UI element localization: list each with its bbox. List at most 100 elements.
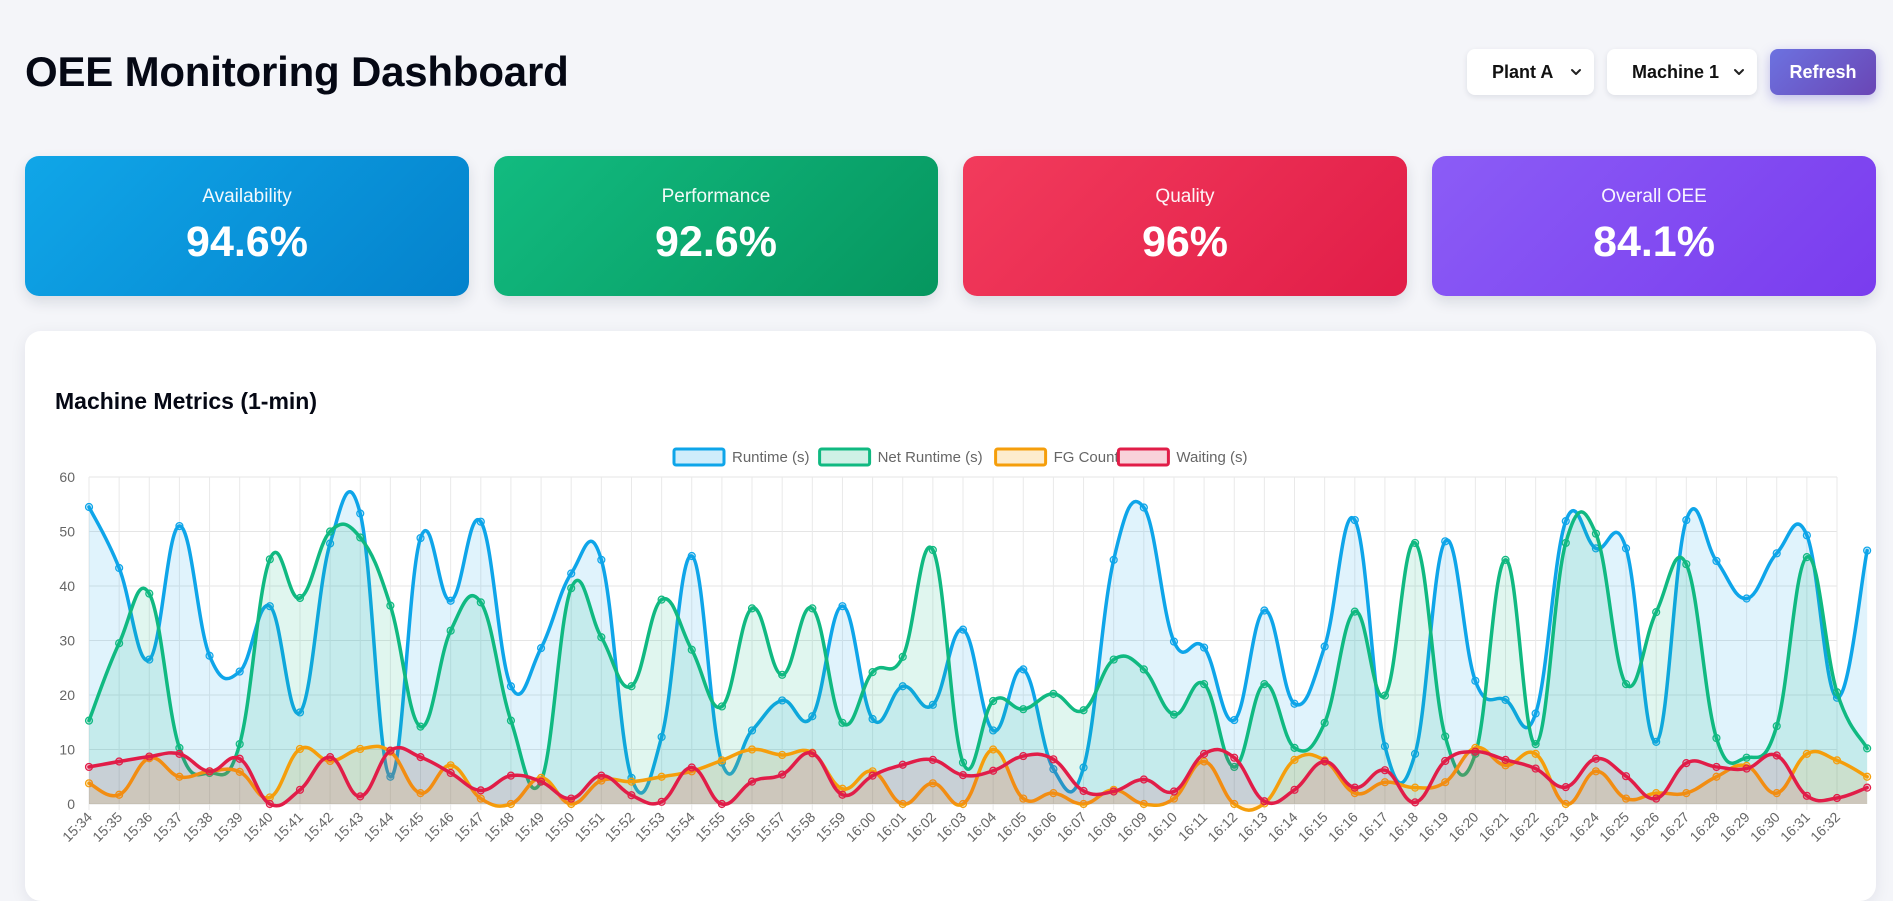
data-point [1832, 756, 1842, 765]
kpi-row: Availability 94.6% Performance 92.6% Qua… [25, 156, 1876, 296]
x-tick-label: 15:55 [692, 809, 728, 845]
machine-metrics-card: Machine Metrics (1-min) 0 10 20 30 40 50 60 15:… [25, 331, 1876, 901]
data-point [778, 750, 787, 760]
machine-metrics-chart: 010203040506015:3415:3515:3615:3715:3815… [59, 447, 1872, 845]
x-tick-label: 15:38 [180, 809, 216, 845]
data-point [1350, 515, 1359, 525]
data-point [1682, 759, 1691, 768]
data-point [1531, 764, 1540, 773]
data-point [326, 753, 335, 762]
data-point [1863, 772, 1872, 781]
data-point [1019, 665, 1028, 674]
data-point [1290, 785, 1299, 794]
data-point [1290, 743, 1299, 752]
data-point [1863, 783, 1872, 792]
kpi-value: 94.6% [186, 217, 308, 266]
data-point [747, 604, 757, 613]
data-point [778, 670, 787, 679]
data-point [1531, 739, 1540, 749]
x-tick-label: 15:42 [300, 809, 336, 845]
data-point [1410, 538, 1420, 548]
kpi-value: 92.6% [655, 217, 777, 266]
data-point [838, 790, 847, 799]
data-point [1320, 718, 1329, 727]
data-point [1652, 794, 1661, 803]
data-point [295, 785, 305, 794]
data-point [1049, 689, 1058, 699]
data-point [1772, 549, 1781, 558]
data-point [145, 589, 154, 598]
data-point [1441, 732, 1450, 741]
x-tick-label: 16:04 [963, 809, 999, 845]
data-point [1410, 798, 1420, 807]
y-tick-label: 40 [59, 578, 75, 594]
data-point [747, 745, 757, 754]
data-point [506, 716, 516, 725]
x-tick-label: 16:22 [1506, 809, 1542, 845]
data-point [1139, 775, 1148, 784]
legend-item[interactable]: Runtime (s) [672, 447, 810, 467]
data-point [295, 744, 305, 754]
data-point [1561, 517, 1570, 526]
x-tick-label: 16:01 [873, 809, 909, 845]
data-point [567, 569, 576, 578]
x-tick-label: 16:23 [1536, 809, 1572, 845]
kpi-label: Quality [1155, 185, 1215, 207]
kpi-label: Performance [661, 185, 771, 207]
legend-item[interactable]: FG Count [994, 447, 1120, 467]
y-tick-label: 20 [59, 687, 75, 703]
data-point [657, 797, 666, 806]
data-point [1260, 797, 1269, 806]
x-tick-label: 16:28 [1686, 809, 1722, 845]
x-tick-label: 16:17 [1355, 809, 1391, 845]
data-point [989, 696, 998, 706]
machine-select[interactable]: Machine 1 [1607, 49, 1757, 95]
data-point [1169, 710, 1179, 719]
kpi-value: 96% [1141, 217, 1229, 266]
data-point [1019, 751, 1028, 761]
data-point [1410, 783, 1420, 792]
data-point [356, 533, 365, 542]
data-point [1019, 705, 1028, 714]
data-point [356, 792, 365, 801]
legend-swatch [818, 447, 872, 467]
data-point [416, 722, 425, 731]
data-point [1260, 606, 1269, 615]
plant-select[interactable]: Plant A [1467, 49, 1594, 95]
data-point [1441, 537, 1450, 546]
data-point [1531, 749, 1540, 758]
legend-item[interactable]: Waiting (s) [1116, 447, 1248, 467]
refresh-button[interactable]: Refresh [1770, 49, 1876, 95]
data-point [989, 745, 998, 754]
data-point [717, 702, 726, 711]
data-point [1441, 756, 1450, 766]
data-point [1802, 791, 1811, 800]
data-point [928, 545, 937, 555]
data-point [1169, 637, 1179, 646]
x-tick-label: 15:39 [210, 809, 246, 845]
plant-select-value: Plant A [1492, 61, 1554, 82]
x-tick-label: 15:35 [89, 809, 125, 845]
data-point [868, 771, 877, 780]
legend-item[interactable]: Net Runtime (s) [818, 447, 983, 467]
data-point [1863, 744, 1872, 753]
x-tick-label: 16:11 [1175, 809, 1211, 845]
x-tick-label: 15:37 [149, 809, 185, 845]
data-point [1712, 733, 1721, 743]
data-point [597, 633, 606, 642]
data-point [1621, 772, 1631, 781]
x-tick-label: 15:50 [541, 809, 577, 845]
data-point [235, 667, 244, 676]
data-point [356, 509, 365, 518]
x-tick-label: 15:58 [782, 809, 818, 845]
x-tick-label: 15:48 [481, 809, 517, 845]
data-point [958, 625, 968, 634]
data-point [1079, 786, 1088, 796]
legend-label: FG Count [1054, 449, 1120, 466]
data-point [386, 601, 395, 610]
x-tick-label: 15:43 [330, 809, 366, 845]
x-tick-label: 15:57 [752, 809, 788, 845]
x-tick-label: 16:08 [1084, 809, 1120, 845]
data-point [868, 668, 877, 677]
x-tick-label: 16:00 [843, 809, 879, 845]
